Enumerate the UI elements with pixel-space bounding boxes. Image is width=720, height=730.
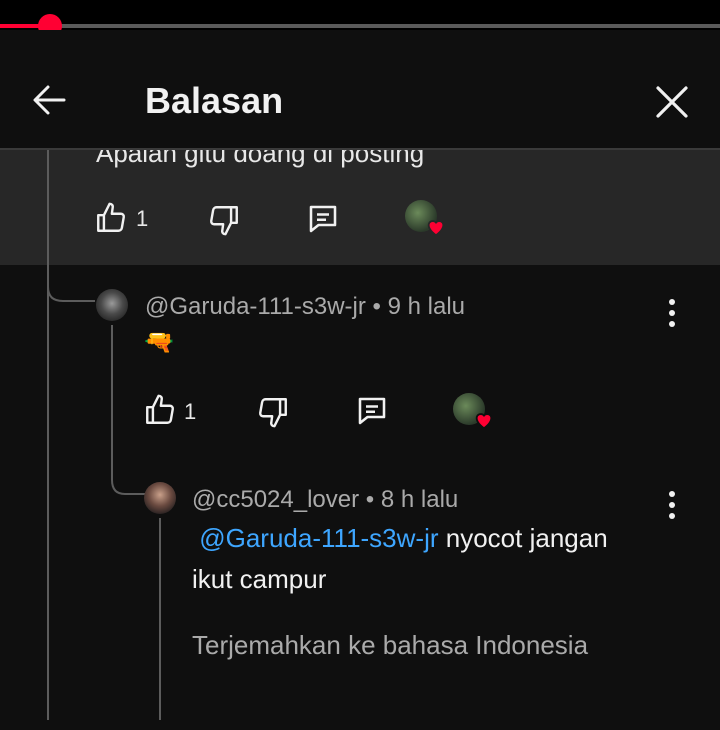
thumb-up-icon [97,202,125,232]
thread-connector [111,464,145,495]
comment-time: 9 h lalu [387,293,466,320]
back-arrow-icon [33,85,66,115]
translate-button[interactable]: Terjemahkan ke bahasa Indonesia [192,630,588,661]
comment-text: @Garuda-111-s3w-jr nyocot jangan ikut ca… [192,518,662,600]
close-button[interactable] [652,82,692,122]
comment-meta: @cc5024_lover • 8 h lalu [192,486,459,513]
more-vert-icon [669,299,675,305]
reply-button[interactable] [304,200,342,238]
creator-heart-badge [453,393,497,433]
dislike-button[interactable] [255,394,291,430]
comment-emoji: 🔫 [144,329,174,356]
thumb-down-icon [210,206,238,236]
back-button[interactable] [28,78,72,122]
author-name[interactable]: @cc5024_lover [192,486,359,513]
avatar[interactable] [144,482,176,514]
parent-comment: Apaian gitu doang di posting 1 [0,150,720,265]
like-button[interactable] [142,392,178,428]
like-count: 1 [136,206,149,231]
thread-line [111,325,113,465]
like-count: 1 [184,399,197,424]
reply-button[interactable] [353,392,391,430]
thread-connector [47,265,95,302]
thumb-down-icon [259,398,287,428]
close-icon [656,86,688,118]
progress-track[interactable] [0,14,720,38]
reply-icon [358,397,386,425]
thread-line [159,518,161,720]
creator-heart-badge [405,200,449,240]
heart-icon [475,413,493,430]
author-name[interactable]: @Garuda-111-s3w-jr [145,293,366,320]
thread-line [47,150,49,720]
like-button[interactable] [93,200,129,236]
more-options-button[interactable] [657,293,687,333]
heart-icon [427,220,445,237]
comment-meta: @Garuda-111-s3w-jr • 9 h lalu [145,293,466,320]
sheet-header: Balasan [0,30,720,150]
thumb-up-icon [146,394,174,424]
more-vert-icon [669,491,675,497]
page-title: Balasan [145,80,284,121]
comment-time: 8 h lalu [380,486,459,513]
header-divider [0,148,720,150]
parent-comment-text: Apaian gitu doang di posting [96,150,425,168]
avatar[interactable] [96,289,128,321]
comment-line: @Garuda-111-s3w-jr nyocot jangan [192,518,662,559]
reply-icon [309,205,337,233]
dislike-button[interactable] [206,202,242,238]
comment-text-part: nyocot jangan [445,523,608,553]
comment-line: ikut campur [192,564,327,594]
mention-link[interactable]: @Garuda-111-s3w-jr [199,523,438,553]
